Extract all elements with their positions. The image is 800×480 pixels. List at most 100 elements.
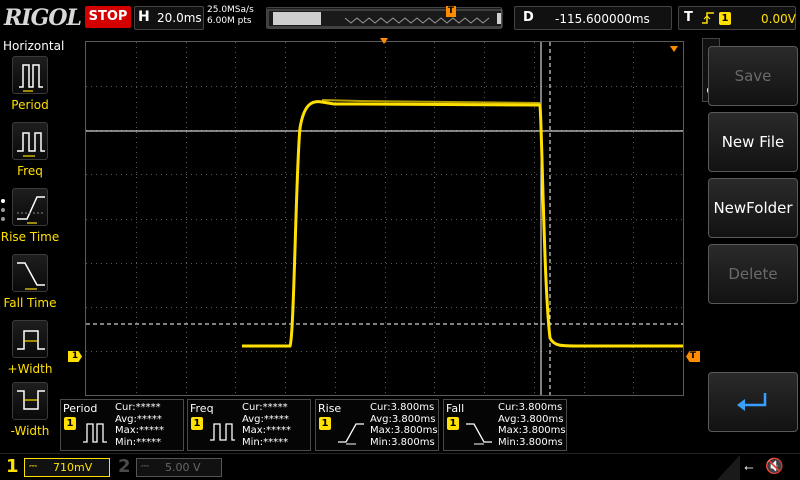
trigger-level-value: 0.00V [761,12,796,26]
measurement-cur: Cur:***** [242,402,288,413]
measure-item-label: +Width [7,362,53,376]
measurement-cur: Cur:3.800ms [498,402,563,413]
measure-item-negative-width[interactable]: -Width [0,382,60,438]
measurement-fall[interactable]: Fall 1 Cur:3.800ms Avg:3.800ms Max:3.800… [443,399,567,451]
delete-button[interactable]: Delete [708,244,798,304]
measure-item-label: Rise Time [0,230,60,244]
rise-time-icon [338,423,364,445]
measurement-avg: Avg:3.800ms [370,413,436,425]
panel-title: Horizontal [3,39,65,53]
save-menu-panel: Save Save New File NewFolder Delete [702,38,800,438]
measurement-channel-chip: 1 [447,417,459,430]
ch1-waveform-trace [242,100,683,348]
usb-icon: ⭠ [744,460,754,474]
delay-letter: D [523,10,534,25]
ch1-coupling-dc-icon: ⎓ [29,461,37,472]
fall-time-icon [12,254,48,292]
measurement-avg: Avg:3.800ms [498,413,564,425]
memory-trigger-marker: T [446,6,456,17]
save-label: Save [734,67,772,85]
waveform-display[interactable]: 1 T [60,38,700,398]
measurement-max: Max:***** [242,425,292,436]
offscreen-right-marker [670,46,678,52]
rise-time-icon [12,188,48,226]
speaker-muted-icon[interactable]: 🔇 [765,457,784,475]
measurement-results-row: Period 1 Cur:***** Avg:***** Max:***** M… [60,399,700,451]
ch2-number[interactable]: 2 [118,456,131,477]
period-icon [12,56,48,94]
measure-item-rise-time[interactable]: Rise Time [0,188,60,244]
trigger-box[interactable]: T 1 0.00V [678,6,796,30]
new-folder-label: NewFolder [713,199,793,217]
save-button[interactable]: Save [708,46,798,106]
ch2-coupling-dc-icon: ⎓ [141,461,149,472]
measure-item-label: Period [11,98,49,112]
measurement-cur: Cur:3.800ms [370,402,435,413]
measurement-period[interactable]: Period 1 Cur:***** Avg:***** Max:***** M… [60,399,184,451]
measurement-avg: Avg:***** [242,413,289,425]
return-arrow-icon [737,393,767,411]
period-icon [83,423,107,443]
waveform-canvas [85,38,684,396]
measurement-avg: Avg:***** [115,413,162,425]
delete-label: Delete [728,265,778,283]
measure-item-positive-width[interactable]: +Width [0,320,60,376]
measurement-max: Max:3.800ms [498,425,566,436]
memory-overview-waveform [267,9,503,28]
measurement-rise[interactable]: Rise 1 Cur:3.800ms Avg:3.800ms Max:3.800… [315,399,439,451]
horizontal-letter: H [138,9,150,25]
delay-value: -115.600000ms [555,12,650,26]
new-file-button[interactable]: New File [708,112,798,172]
measurement-freq[interactable]: Freq 1 Cur:***** Avg:***** Max:***** Min… [187,399,311,451]
grid-lines [86,42,683,395]
measurement-min: Min:3.800ms [498,436,563,448]
delay-box[interactable]: D -115.600000ms [514,6,672,30]
timebase-value: 20.0ms [157,11,202,25]
measurement-min: Min:3.800ms [370,436,435,448]
top-status-bar: RIGOL STOP H 20.0ms 25.0MSa/s 6.00M pts … [0,0,800,38]
frequency-icon [12,122,48,160]
ch1-scale-box[interactable]: ⎓ 710mV [24,458,110,477]
measurement-name: Rise [318,402,342,415]
measurement-channel-chip: 1 [191,417,203,430]
horizontal-timebase-box[interactable]: H 20.0ms [134,6,204,30]
positive-width-icon [12,320,48,358]
measure-item-label: -Width [10,424,50,438]
measure-item-freq[interactable]: Freq [0,122,60,178]
measurement-max: Max:***** [115,425,165,436]
measure-item-fall-time[interactable]: Fall Time [0,254,60,310]
fall-time-icon [466,423,492,445]
measurement-min: Min:***** [242,436,289,448]
rigol-logo: RIGOL [4,5,82,31]
new-folder-button[interactable]: NewFolder [708,178,798,238]
measure-item-label: Fall Time [3,296,57,310]
measure-item-label: Freq [17,164,43,178]
measurement-name: Fall [446,402,465,415]
memory-overview-window[interactable]: T [266,6,503,29]
ch1-number[interactable]: 1 [6,456,19,477]
run-stop-button[interactable]: STOP [85,6,131,28]
status-bar-slant [716,455,740,480]
negative-width-icon [12,382,48,420]
trigger-letter: T [684,10,693,25]
sample-rate: 25.0MSa/s [207,5,254,15]
channel-status-bar: 1 ⎓ 710mV 2 ⎓ 5.00 V ⭠ 🔇 [0,453,800,480]
grid-frame [85,41,684,396]
trigger-source-chip: 1 [719,12,731,25]
frequency-icon [210,423,235,441]
measurement-cur: Cur:***** [115,402,161,413]
back-button[interactable] [708,372,798,432]
ch1-scale-value: 710mV [53,461,93,474]
measurement-name: Period [63,402,98,415]
memory-depth: 6.00M pts [207,16,252,26]
new-file-label: New File [721,133,785,151]
horizontal-measure-panel: Horizontal Period Freq Rise Time Fall Ti… [0,38,64,448]
measurement-min: Min:***** [115,436,162,448]
ch2-scale-box[interactable]: ⎓ 5.00 V [136,458,222,477]
sample-info: 25.0MSa/s 6.00M pts [207,5,265,27]
measurement-channel-chip: 1 [319,417,331,430]
measurement-name: Freq [190,402,214,415]
measurement-max: Max:3.800ms [370,425,438,436]
measure-item-period[interactable]: Period [0,56,60,112]
measurement-channel-chip: 1 [64,417,76,430]
